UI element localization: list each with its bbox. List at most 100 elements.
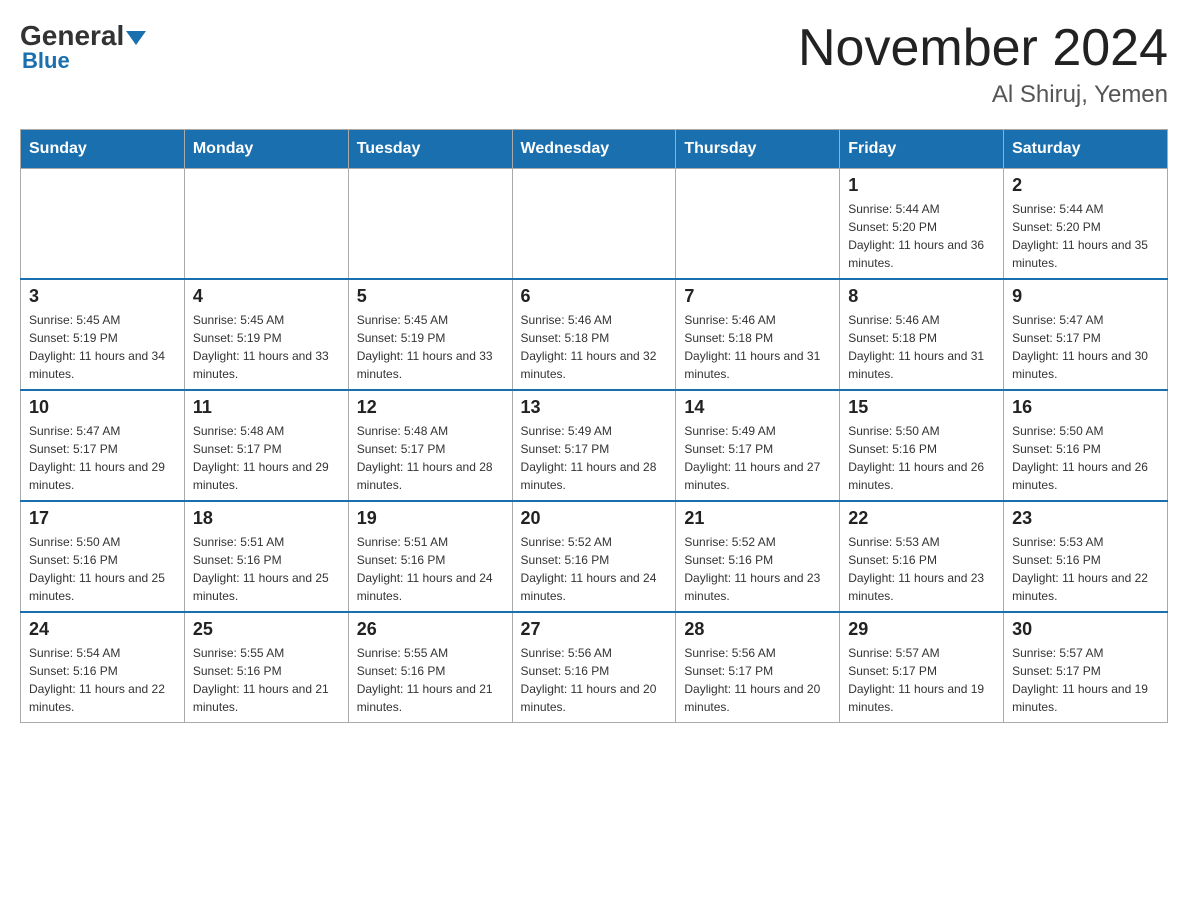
calendar-subtitle: Al Shiruj, Yemen bbox=[798, 81, 1168, 109]
day-number: 14 bbox=[684, 397, 831, 418]
day-cell: 13 Sunrise: 5:49 AM Sunset: 5:17 PM Dayli… bbox=[512, 390, 676, 501]
day-cell: 8Sunrise: 5:46 AM Sunset: 5:18 PM Daylig… bbox=[840, 279, 1004, 390]
day-cell: 5 Sunrise: 5:45 AM Sunset: 5:19 PM Daylig… bbox=[348, 279, 512, 390]
day-number: 26 bbox=[357, 619, 504, 640]
day-number: 5 bbox=[357, 286, 504, 307]
day-cell: 1 Sunrise: 5:44 AM Sunset: 5:20 PM Daylig… bbox=[840, 169, 1004, 280]
day-cell: 12Sunrise: 5:48 AM Sunset: 5:17 PM Dayli… bbox=[348, 390, 512, 501]
day-number: 2 bbox=[1012, 175, 1159, 196]
day-cell: 30 Sunrise: 5:57 AM Sunset: 5:17 PM Dayli… bbox=[1004, 612, 1168, 723]
day-number: 21 bbox=[684, 508, 831, 529]
day-number: 3 bbox=[29, 286, 176, 307]
day-info: Sunrise: 5:52 AM Sunset: 5:16 PM Dayligh… bbox=[521, 533, 668, 605]
header-row: SundayMondayTuesdayWednesdayThursdayFrid… bbox=[21, 130, 1168, 169]
day-cell: 14 Sunrise: 5:49 AM Sunset: 5:17 PM Dayli… bbox=[676, 390, 840, 501]
day-number: 18 bbox=[193, 508, 340, 529]
week-row-3: 10 Sunrise: 5:47 AM Sunset: 5:17 PM Dayli… bbox=[21, 390, 1168, 501]
day-cell: 9 Sunrise: 5:47 AM Sunset: 5:17 PM Daylig… bbox=[1004, 279, 1168, 390]
day-info: Sunrise: 5:49 AM Sunset: 5:17 PM Dayligh… bbox=[521, 422, 668, 494]
logo-triangle-icon bbox=[126, 31, 146, 45]
day-cell: 18 Sunrise: 5:51 AM Sunset: 5:16 PM Dayli… bbox=[184, 501, 348, 612]
day-number: 29 bbox=[848, 619, 995, 640]
day-cell: 21 Sunrise: 5:52 AM Sunset: 5:16 PM Dayli… bbox=[676, 501, 840, 612]
day-info: Sunrise: 5:50 AM Sunset: 5:16 PM Dayligh… bbox=[1012, 422, 1159, 494]
day-info: Sunrise: 5:44 AM Sunset: 5:20 PM Dayligh… bbox=[1012, 200, 1159, 272]
day-number: 19 bbox=[357, 508, 504, 529]
day-info: Sunrise: 5:44 AM Sunset: 5:20 PM Dayligh… bbox=[848, 200, 995, 272]
day-cell: 10 Sunrise: 5:47 AM Sunset: 5:17 PM Dayli… bbox=[21, 390, 185, 501]
day-number: 1 bbox=[848, 175, 995, 196]
day-header-friday: Friday bbox=[840, 130, 1004, 169]
day-cell bbox=[21, 169, 185, 280]
day-cell: 22 Sunrise: 5:53 AM Sunset: 5:16 PM Dayli… bbox=[840, 501, 1004, 612]
day-number: 28 bbox=[684, 619, 831, 640]
day-number: 20 bbox=[521, 508, 668, 529]
day-info: Sunrise: 5:47 AM Sunset: 5:17 PM Dayligh… bbox=[29, 422, 176, 494]
day-cell: 17 Sunrise: 5:50 AM Sunset: 5:16 PM Dayli… bbox=[21, 501, 185, 612]
title-area: November 2024 Al Shiruj, Yemen bbox=[798, 20, 1168, 109]
day-cell: 7 Sunrise: 5:46 AM Sunset: 5:18 PM Daylig… bbox=[676, 279, 840, 390]
day-number: 7 bbox=[684, 286, 831, 307]
day-cell: 19Sunrise: 5:51 AM Sunset: 5:16 PM Dayli… bbox=[348, 501, 512, 612]
page-header: General Blue November 2024 Al Shiruj, Ye… bbox=[20, 20, 1168, 109]
day-info: Sunrise: 5:57 AM Sunset: 5:17 PM Dayligh… bbox=[848, 644, 995, 716]
day-cell: 20 Sunrise: 5:52 AM Sunset: 5:16 PM Dayli… bbox=[512, 501, 676, 612]
day-cell: 16 Sunrise: 5:50 AM Sunset: 5:16 PM Dayli… bbox=[1004, 390, 1168, 501]
day-number: 30 bbox=[1012, 619, 1159, 640]
day-cell: 15Sunrise: 5:50 AM Sunset: 5:16 PM Dayli… bbox=[840, 390, 1004, 501]
day-info: Sunrise: 5:47 AM Sunset: 5:17 PM Dayligh… bbox=[1012, 311, 1159, 383]
day-info: Sunrise: 5:45 AM Sunset: 5:19 PM Dayligh… bbox=[29, 311, 176, 383]
day-cell: 27 Sunrise: 5:56 AM Sunset: 5:16 PM Dayli… bbox=[512, 612, 676, 723]
day-cell bbox=[348, 169, 512, 280]
day-header-sunday: Sunday bbox=[21, 130, 185, 169]
day-cell: 11Sunrise: 5:48 AM Sunset: 5:17 PM Dayli… bbox=[184, 390, 348, 501]
day-cell: 3 Sunrise: 5:45 AM Sunset: 5:19 PM Daylig… bbox=[21, 279, 185, 390]
day-cell: 4 Sunrise: 5:45 AM Sunset: 5:19 PM Daylig… bbox=[184, 279, 348, 390]
day-header-thursday: Thursday bbox=[676, 130, 840, 169]
day-info: Sunrise: 5:56 AM Sunset: 5:16 PM Dayligh… bbox=[521, 644, 668, 716]
day-cell bbox=[676, 169, 840, 280]
day-cell: 23 Sunrise: 5:53 AM Sunset: 5:16 PM Dayli… bbox=[1004, 501, 1168, 612]
day-info: Sunrise: 5:50 AM Sunset: 5:16 PM Dayligh… bbox=[29, 533, 176, 605]
day-number: 13 bbox=[521, 397, 668, 418]
day-info: Sunrise: 5:55 AM Sunset: 5:16 PM Dayligh… bbox=[357, 644, 504, 716]
day-header-saturday: Saturday bbox=[1004, 130, 1168, 169]
day-number: 27 bbox=[521, 619, 668, 640]
day-info: Sunrise: 5:46 AM Sunset: 5:18 PM Dayligh… bbox=[521, 311, 668, 383]
day-info: Sunrise: 5:53 AM Sunset: 5:16 PM Dayligh… bbox=[848, 533, 995, 605]
day-info: Sunrise: 5:48 AM Sunset: 5:17 PM Dayligh… bbox=[357, 422, 504, 494]
day-cell: 25 Sunrise: 5:55 AM Sunset: 5:16 PM Dayli… bbox=[184, 612, 348, 723]
day-info: Sunrise: 5:45 AM Sunset: 5:19 PM Dayligh… bbox=[193, 311, 340, 383]
day-info: Sunrise: 5:45 AM Sunset: 5:19 PM Dayligh… bbox=[357, 311, 504, 383]
day-number: 23 bbox=[1012, 508, 1159, 529]
day-info: Sunrise: 5:57 AM Sunset: 5:17 PM Dayligh… bbox=[1012, 644, 1159, 716]
day-number: 25 bbox=[193, 619, 340, 640]
day-info: Sunrise: 5:53 AM Sunset: 5:16 PM Dayligh… bbox=[1012, 533, 1159, 605]
calendar-title: November 2024 bbox=[798, 20, 1168, 77]
day-number: 4 bbox=[193, 286, 340, 307]
logo: General Blue bbox=[20, 20, 146, 74]
day-number: 22 bbox=[848, 508, 995, 529]
day-header-tuesday: Tuesday bbox=[348, 130, 512, 169]
day-cell: 26 Sunrise: 5:55 AM Sunset: 5:16 PM Dayli… bbox=[348, 612, 512, 723]
day-number: 9 bbox=[1012, 286, 1159, 307]
day-info: Sunrise: 5:46 AM Sunset: 5:18 PM Dayligh… bbox=[848, 311, 995, 383]
day-info: Sunrise: 5:52 AM Sunset: 5:16 PM Dayligh… bbox=[684, 533, 831, 605]
day-number: 17 bbox=[29, 508, 176, 529]
day-cell bbox=[184, 169, 348, 280]
calendar-table: SundayMondayTuesdayWednesdayThursdayFrid… bbox=[20, 129, 1168, 723]
day-number: 16 bbox=[1012, 397, 1159, 418]
day-number: 11 bbox=[193, 397, 340, 418]
day-cell: 28Sunrise: 5:56 AM Sunset: 5:17 PM Dayli… bbox=[676, 612, 840, 723]
day-cell: 2 Sunrise: 5:44 AM Sunset: 5:20 PM Daylig… bbox=[1004, 169, 1168, 280]
week-row-2: 3 Sunrise: 5:45 AM Sunset: 5:19 PM Daylig… bbox=[21, 279, 1168, 390]
day-info: Sunrise: 5:55 AM Sunset: 5:16 PM Dayligh… bbox=[193, 644, 340, 716]
day-number: 6 bbox=[521, 286, 668, 307]
day-header-wednesday: Wednesday bbox=[512, 130, 676, 169]
week-row-5: 24Sunrise: 5:54 AM Sunset: 5:16 PM Dayli… bbox=[21, 612, 1168, 723]
day-number: 10 bbox=[29, 397, 176, 418]
logo-blue-text: Blue bbox=[22, 48, 70, 74]
day-info: Sunrise: 5:49 AM Sunset: 5:17 PM Dayligh… bbox=[684, 422, 831, 494]
day-info: Sunrise: 5:46 AM Sunset: 5:18 PM Dayligh… bbox=[684, 311, 831, 383]
day-info: Sunrise: 5:51 AM Sunset: 5:16 PM Dayligh… bbox=[193, 533, 340, 605]
